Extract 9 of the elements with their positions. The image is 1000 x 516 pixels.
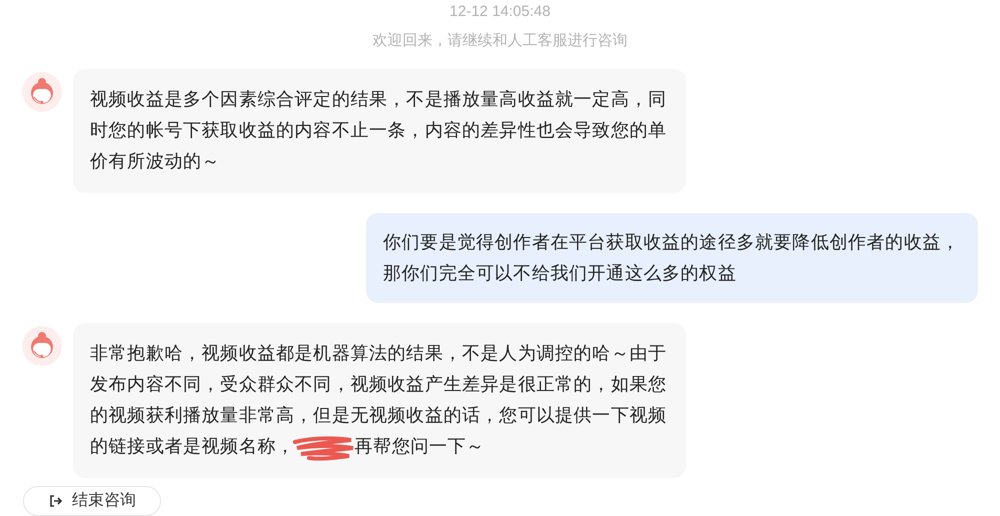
message-text: 视频收益是多个因素综合评定的结果，不是播放量高收益就一定高，同时您的帐号下获取收益的内容不止一条，内容的差异性也会导致您的单价有所波动的～ (90, 88, 668, 173)
end-consultation-button[interactable]: 结束咨询 (23, 486, 161, 516)
message-text: 非常抱歉哈，视频收益都是机器算法的结果，不是人为调控的哈～由于发布内容不同，受众群众不同，视频收益产生差异是很正常的，如果您的视频获利播放量非常高，但是无视频收益的话，您可以提供一下视频的链接或者是视频名称， 再帮您问一下～ (90, 338, 674, 462)
exit-icon (48, 493, 64, 509)
agent-avatar-icon (22, 72, 62, 112)
message-text: 你们要是觉得创作者在平台获取收益的途径多就要降低创作者的收益，那你们完全可以不给我们开通这么多的权益 (383, 231, 961, 285)
system-notice: 欢迎回来，请继续和人工客服进行咨询 (372, 31, 628, 51)
agent-avatar-icon (22, 326, 62, 366)
timestamp: 12-12 14:05:48 (450, 2, 550, 22)
